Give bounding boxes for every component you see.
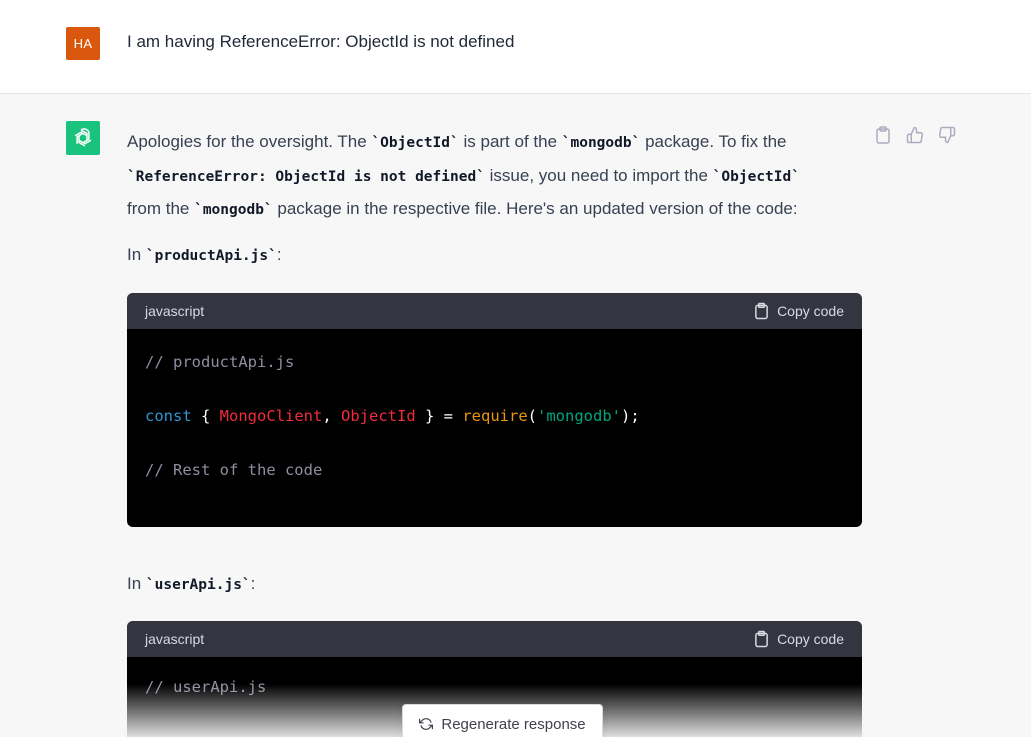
- copy-code-button[interactable]: Copy code: [754, 302, 844, 320]
- code-content: // productApi.js const { MongoClient, Ob…: [127, 329, 862, 504]
- code-punct: (: [527, 407, 537, 425]
- inline-code: `ObjectId`: [712, 168, 800, 185]
- code-language-label: javascript: [145, 631, 205, 647]
- code-block-product-api: javascript Copy code // productApi.js co…: [127, 293, 862, 527]
- inline-code: `userApi.js`: [145, 577, 251, 593]
- section-label-product-api: In `productApi.js`:: [127, 244, 282, 267]
- code-punct: {: [191, 407, 220, 425]
- intro-text: from the: [127, 199, 195, 218]
- clipboard-icon: [876, 126, 890, 144]
- code-function: require: [462, 407, 528, 425]
- code-block-header: javascript Copy code: [127, 621, 862, 657]
- code-punct: } =: [415, 407, 463, 425]
- code-punct: ,: [322, 407, 341, 425]
- code-punct: );: [621, 407, 640, 425]
- intro-text: issue, you need to import the: [484, 165, 713, 185]
- refresh-icon: [419, 718, 434, 730]
- openai-logo-icon: [74, 128, 92, 147]
- thumbs-up-button[interactable]: [905, 125, 925, 145]
- code-comment: // Rest of the code: [145, 461, 323, 479]
- regenerate-response-button[interactable]: Regenerate response: [402, 704, 603, 737]
- clipboard-icon: [755, 630, 768, 648]
- code-block-header: javascript Copy code: [127, 293, 862, 329]
- inline-code: `productApi.js`: [145, 248, 277, 264]
- clipboard-icon: [755, 302, 768, 320]
- thumbs-down-button[interactable]: [937, 125, 957, 145]
- intro-text: package. To fix the: [640, 132, 787, 151]
- inline-code: `mongodb`: [561, 135, 641, 151]
- copy-code-button[interactable]: Copy code: [754, 630, 844, 648]
- user-message-row: HA I am having ReferenceError: ObjectId …: [0, 0, 1031, 94]
- section-suffix: :: [276, 245, 282, 264]
- copy-code-label: Copy code: [777, 631, 844, 647]
- code-language-label: javascript: [145, 303, 205, 319]
- code-comment: // productApi.js: [145, 353, 295, 371]
- assistant-intro-paragraph: Apologies for the oversight. The `Object…: [127, 126, 847, 227]
- assistant-message-row: Apologies for the oversight. The `Object…: [0, 94, 1031, 737]
- user-avatar: HA: [66, 27, 100, 60]
- thumbs-up-icon: [906, 126, 924, 144]
- intro-text: package in the respective file. Here's a…: [272, 199, 798, 218]
- copy-message-button[interactable]: [873, 125, 893, 145]
- code-keyword: const: [145, 407, 192, 425]
- code-class: ObjectId: [341, 407, 416, 425]
- inline-code: `mongodb`: [194, 202, 273, 218]
- inline-code: `ObjectId`: [371, 135, 459, 151]
- regenerate-label: Regenerate response: [441, 715, 586, 733]
- section-label-user-api: In `userApi.js`:: [127, 573, 255, 596]
- thumbs-down-icon: [938, 126, 956, 144]
- user-message-text: I am having ReferenceError: ObjectId is …: [127, 32, 515, 51]
- message-actions: [873, 125, 957, 145]
- code-class: MongoClient: [219, 407, 323, 425]
- intro-text: is part of the: [458, 132, 562, 151]
- copy-code-label: Copy code: [777, 303, 844, 319]
- assistant-avatar: [66, 121, 100, 155]
- code-string: 'mongodb': [537, 407, 621, 425]
- inline-code: `ReferenceError: ObjectId is not defined…: [127, 168, 485, 185]
- intro-text: Apologies for the oversight. The: [127, 132, 372, 151]
- section-prefix: In: [127, 245, 146, 264]
- section-suffix: :: [250, 574, 256, 593]
- section-prefix: In: [127, 574, 146, 593]
